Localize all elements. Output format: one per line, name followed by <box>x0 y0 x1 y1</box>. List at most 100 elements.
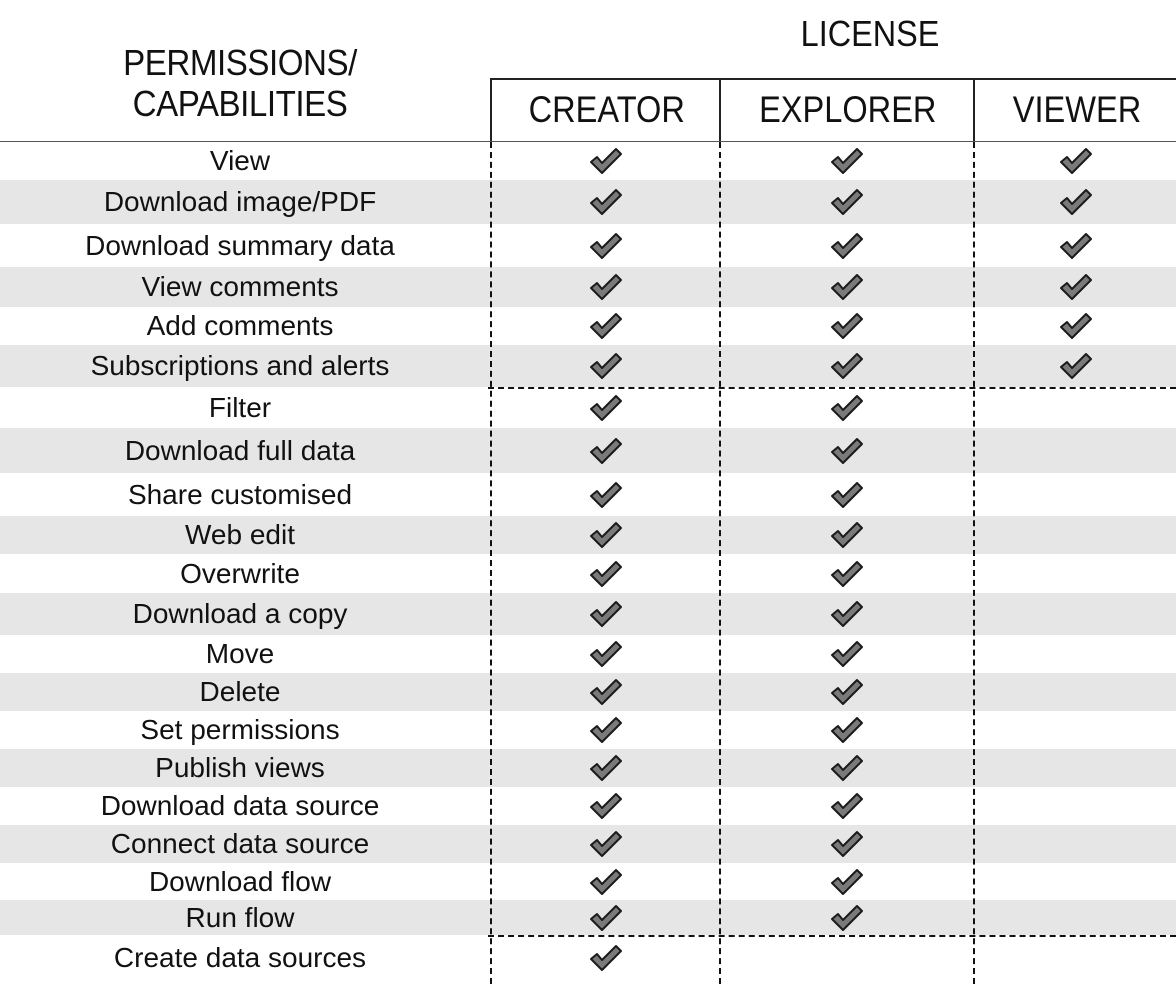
table-row: Download full data <box>0 428 1176 473</box>
table-row: Download flow <box>0 863 1176 900</box>
table-row: Web edit <box>0 516 1176 554</box>
checkmark-icon <box>587 479 623 511</box>
column-header-viewer: VIEWER <box>973 78 1176 141</box>
table-row: Filter <box>0 387 1176 428</box>
checkmark-icon <box>587 676 623 708</box>
checkmark-icon <box>587 598 623 630</box>
cell-creator <box>490 473 719 516</box>
cell-explorer <box>719 428 973 473</box>
checkmark-icon <box>828 145 864 177</box>
cell-explorer <box>719 635 973 673</box>
checkmark-icon <box>828 558 864 590</box>
cell-explorer <box>719 516 973 554</box>
cell-explorer <box>719 345 973 387</box>
row-header-line2: CAPABILITIES <box>132 83 348 124</box>
cell-explorer <box>719 267 973 307</box>
checkmark-icon <box>828 392 864 424</box>
capability-label: Publish views <box>155 752 325 783</box>
cell-explorer <box>719 673 973 711</box>
checkmark-icon <box>1057 271 1093 303</box>
license-group-header: LICENSE <box>800 13 940 54</box>
table-row: Overwrite <box>0 554 1176 593</box>
table-row: Delete <box>0 673 1176 711</box>
table-row: View <box>0 142 1176 180</box>
checkmark-icon <box>1057 310 1093 342</box>
row-header: PERMISSIONS/ CAPABILITIES <box>19 42 461 124</box>
cell-viewer <box>973 428 1176 473</box>
table-row: Subscriptions and alerts <box>0 345 1176 387</box>
cell-viewer <box>973 593 1176 635</box>
cell-viewer <box>973 825 1176 863</box>
cell-creator <box>490 900 719 935</box>
capability-label: Create data sources <box>113 941 367 973</box>
checkmark-icon <box>587 790 623 822</box>
cell-creator <box>490 142 719 180</box>
column-header-creator-label: CREATOR <box>528 88 685 130</box>
capability-label: Download image/PDF <box>103 186 377 217</box>
tier-divider-explorer <box>488 935 1176 937</box>
cell-explorer <box>719 935 973 980</box>
table-row: Download summary data <box>0 224 1176 267</box>
table-row: Create data sources <box>0 935 1176 980</box>
column-header-creator: CREATOR <box>490 78 721 141</box>
checkmark-icon <box>828 186 864 218</box>
cell-explorer <box>719 825 973 863</box>
cell-viewer <box>973 516 1176 554</box>
checkmark-icon <box>1057 145 1093 177</box>
column-divider <box>490 142 492 984</box>
capability-label: Share customised <box>127 478 353 510</box>
table-row: Download data source <box>0 787 1176 825</box>
capability-label: Download a copy <box>132 598 348 629</box>
checkmark-icon <box>828 230 864 262</box>
cell-explorer <box>719 900 973 935</box>
cell-viewer <box>973 180 1176 224</box>
checkmark-icon <box>1057 186 1093 218</box>
cell-viewer <box>973 267 1176 307</box>
cell-creator <box>490 635 719 673</box>
cell-viewer <box>973 749 1176 787</box>
capability-label: Download summary data <box>85 229 395 261</box>
checkmark-icon <box>828 638 864 670</box>
checkmark-icon <box>587 752 623 784</box>
table-row: Move <box>0 635 1176 673</box>
capability-label: Connect data source <box>110 828 370 859</box>
cell-viewer <box>973 473 1176 516</box>
cell-viewer <box>973 673 1176 711</box>
capability-label: Filter <box>208 391 272 423</box>
checkmark-icon <box>828 790 864 822</box>
cell-creator <box>490 825 719 863</box>
cell-viewer <box>973 711 1176 749</box>
cell-explorer <box>719 387 973 428</box>
cell-viewer <box>973 345 1176 387</box>
capability-label: Download full data <box>124 434 356 466</box>
capability-label: Subscriptions and alerts <box>90 350 390 381</box>
cell-explorer <box>719 711 973 749</box>
table-row: Publish views <box>0 749 1176 787</box>
cell-viewer <box>973 935 1176 980</box>
checkmark-icon <box>587 271 623 303</box>
capability-label: Delete <box>199 676 281 707</box>
checkmark-icon <box>828 435 864 467</box>
cell-creator <box>490 787 719 825</box>
checkmark-icon <box>587 902 623 934</box>
column-divider <box>973 142 975 984</box>
checkmark-icon <box>587 828 623 860</box>
cell-explorer <box>719 224 973 267</box>
cell-creator <box>490 935 719 980</box>
checkmark-icon <box>828 676 864 708</box>
cell-creator <box>490 711 719 749</box>
capability-label: Add comments <box>146 310 334 341</box>
column-header-viewer-label: VIEWER <box>1012 88 1141 130</box>
cell-creator <box>490 267 719 307</box>
row-header-line1: PERMISSIONS/ <box>123 42 357 83</box>
checkmark-icon <box>828 752 864 784</box>
table-row: Share customised <box>0 473 1176 516</box>
table-row: View comments <box>0 267 1176 307</box>
cell-explorer <box>719 863 973 900</box>
checkmark-icon <box>1057 350 1093 382</box>
capability-label: Set permissions <box>140 714 340 745</box>
cell-creator <box>490 224 719 267</box>
checkmark-icon <box>587 186 623 218</box>
cell-creator <box>490 345 719 387</box>
checkmark-icon <box>587 145 623 177</box>
